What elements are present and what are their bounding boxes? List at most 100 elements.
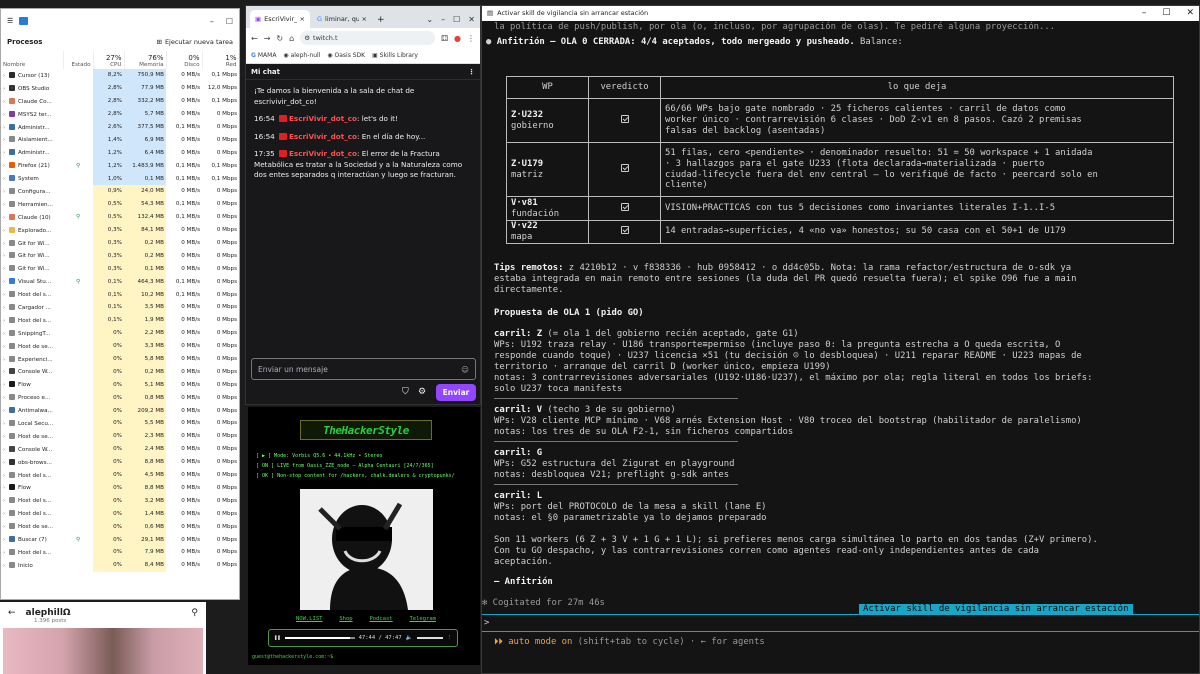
table-row[interactable]: › Visual Stu... ⚲ 0,1% 464,3 MB 0,1 MB/s 0 Mbp… [1, 275, 239, 289]
forward-icon[interactable]: → [264, 34, 271, 43]
table-row[interactable]: › Console W... 0% 0,2 MB 0 MB/s 0 Mbps [1, 365, 239, 379]
table-row[interactable]: › Git for Wi... 0,3% 0,2 MB 0 MB/s 0 Mbps [1, 249, 239, 263]
table-row[interactable]: › Cursor (13) 8,2% 750,9 MB 0 MB/s 0,1 Mbps [1, 69, 239, 82]
table-row[interactable]: › Aislamient... 1,4% 6,9 MB 0 MB/s 0 Mbps [1, 133, 239, 147]
table-row[interactable]: › Explorado... 0,3% 84,1 MB 0 MB/s 0 Mbps [1, 223, 239, 237]
table-row[interactable]: › Console W... 0% 2,4 MB 0 MB/s 0 Mbps [1, 442, 239, 456]
bookmark-skills-library[interactable]: ▣ Skills Library [372, 52, 418, 59]
col-memory[interactable]: 76% Memoria [124, 51, 167, 69]
back-icon[interactable]: ← [251, 34, 258, 43]
table-row[interactable]: › Claude Co... 2,8% 332,2 MB 0 MB/s 0,1 Mbps [1, 94, 239, 108]
table-row[interactable]: › OBS Studio 2,8% 77,9 MB 0 MB/s 12,0 Mbps [1, 81, 239, 95]
url-input[interactable]: ⚙ twitch.t [300, 31, 436, 45]
minimize-icon[interactable]: – [210, 17, 214, 26]
search-icon[interactable]: ⚲ [191, 608, 198, 618]
table-row[interactable]: › Host de se... 0% 2,3 MB 0 MB/s 0 Mbps [1, 429, 239, 443]
table-row[interactable]: › Host de se... 0% 3,3 MB 0 MB/s 0 Mbps [1, 339, 239, 353]
extensions-icon[interactable]: ⚃ [441, 34, 448, 43]
col-network[interactable]: 1% Red [202, 51, 239, 69]
col-status[interactable]: Estado [63, 51, 94, 69]
volume-slider[interactable] [416, 637, 443, 639]
reload-icon[interactable]: ↻ [276, 34, 283, 43]
table-row[interactable]: › Local Secu... 0% 5,5 MB 0 MB/s 0 Mbps [1, 417, 239, 430]
process-network: 0 Mbps [216, 252, 237, 259]
close-icon[interactable]: ✕ [468, 15, 475, 24]
emoji-icon[interactable]: ☺ [461, 365, 469, 374]
table-row[interactable]: › Inicio 0% 8,4 MB 0 MB/s 0 Mbps [1, 558, 239, 572]
chat-more-icon[interactable]: ⋮ [468, 68, 475, 76]
process-disk: 0,1 MB/s [175, 175, 200, 182]
chevron-down-icon[interactable]: ⌄ [426, 15, 433, 24]
more-icon[interactable]: ⋮ [447, 635, 453, 641]
shield-icon[interactable]: ⛉ [402, 387, 409, 397]
table-row[interactable]: › Git for Wi... 0,3% 0,2 MB 0 MB/s 0 Mbps [1, 236, 239, 250]
link-telegram[interactable]: Telegram [409, 616, 436, 622]
table-row[interactable]: › Antimalwa... 0% 209,2 MB 0 MB/s 0 Mbps [1, 404, 239, 418]
close-icon[interactable]: ✕ [1186, 8, 1194, 19]
new-task-button[interactable]: ⊞ Ejecutar nueva tarea [156, 38, 233, 46]
table-row[interactable]: › Host de se... 0% 0,6 MB 0 MB/s 0 Mbps [1, 520, 239, 534]
table-row[interactable]: › Claude (10) ⚲ 0,5% 132,4 MB 0,1 MB/s 0 Mbps [1, 210, 239, 224]
col-cpu[interactable]: 27% CPU [93, 51, 125, 69]
close-icon[interactable]: × [300, 15, 305, 23]
maximize-icon[interactable]: ☐ [226, 17, 233, 26]
table-row[interactable]: › Herramien... 0,5% 54,3 MB 0,1 MB/s 0 Mbps [1, 197, 239, 211]
table-row[interactable]: › obs-brows... 0% 8,8 MB 0 MB/s 0 Mbps [1, 455, 239, 469]
seek-bar[interactable] [284, 637, 355, 639]
send-button[interactable]: Enviar [436, 384, 476, 401]
menu-icon[interactable]: ☰ [7, 17, 13, 25]
profile-icon[interactable]: ● [454, 34, 461, 43]
table-row[interactable]: › Buscar (7) ⚲ 0% 29,1 MB 0 MB/s 0 Mbps [1, 533, 239, 546]
col-name[interactable]: Nombre [1, 51, 64, 69]
maximize-icon[interactable]: ☐ [1162, 8, 1170, 19]
table-row[interactable]: › Host del s... 0% 3,2 MB 0 MB/s 0 Mbps [1, 494, 239, 508]
table-row[interactable]: › MSYS2 ter... 2,8% 5,7 MB 0 MB/s 0 Mbps [1, 107, 239, 121]
col-disk[interactable]: 0% Disco [166, 51, 203, 69]
pause-icon[interactable]: ❚❚ [274, 635, 281, 641]
gear-icon[interactable]: ⚙ [418, 387, 426, 397]
table-row[interactable]: › Host del s... 0,1% 1,9 MB 0 MB/s 0 Mbps [1, 313, 239, 327]
table-row[interactable]: › Configura... 0,9% 24,0 MB 0 MB/s 0 Mbps [1, 185, 239, 198]
table-row[interactable]: › Git for Wi... 0,3% 0,1 MB 0 MB/s 0 Mbps [1, 262, 239, 276]
new-tab-icon[interactable]: + [374, 15, 388, 28]
table-row[interactable]: › Host del s... 0,1% 10,2 MB 0,1 MB/s 0 Mbps [1, 288, 239, 302]
site-logo[interactable]: TheHackerStyle [300, 420, 432, 440]
bookmark-oasis-sdk[interactable]: ◉ Oasis SDK [327, 52, 365, 59]
table-row[interactable]: › Experienci... 0% 5,8 MB 0 MB/s 0 Mbps [1, 352, 239, 366]
table-row[interactable]: › SnippingT... 0% 2,2 MB 0 MB/s 0 Mbps [1, 326, 239, 340]
table-row[interactable]: › Host del s... 0% 1,4 MB 0 MB/s 0 Mbps [1, 507, 239, 521]
table-row[interactable]: › Flow 0% 5,1 MB 0 MB/s 0 Mbps [1, 378, 239, 392]
table-row[interactable]: › Host del s... 0% 4,5 MB 0 MB/s 0 Mbps [1, 468, 239, 482]
more-icon[interactable]: ⋮ [467, 34, 475, 43]
profile-name: alephillΩ [25, 608, 71, 618]
table-row[interactable]: › Flow 0% 8,8 MB 0 MB/s 0 Mbps [1, 481, 239, 495]
close-icon[interactable]: × [362, 15, 367, 23]
table-row[interactable]: › Firefox (21) ⚲ 1,2% 1.483,9 MB 0,1 MB/s 0,1 … [1, 159, 239, 173]
link-podcast[interactable]: Podcast [369, 616, 392, 622]
table-row[interactable]: › Host del s... 0% 7,9 MB 0 MB/s 0 Mbps [1, 545, 239, 559]
chat-input[interactable]: Enviar un mensaje ☺ [251, 358, 476, 380]
minimize-icon[interactable]: – [1142, 8, 1147, 19]
link-now-list[interactable]: NOW.LIST [296, 616, 323, 622]
message-user[interactable]: EscriVivir_dot_co [289, 114, 357, 123]
site-info-icon[interactable]: ⚙ [304, 34, 310, 42]
bookmark-mama[interactable]: G MAMA [251, 52, 276, 59]
back-icon[interactable]: ← [8, 608, 16, 618]
tab-chat[interactable]: ▣ EscriVivir_ × [250, 10, 310, 28]
minimize-icon[interactable]: – [441, 15, 445, 24]
message-user[interactable]: EscriVivir_dot_co [289, 149, 357, 158]
table-row[interactable]: › Administr... 2,6% 377,5 MB 0,1 MB/s 0 Mbps [1, 120, 239, 134]
maximize-icon[interactable]: ☐ [453, 15, 460, 24]
home-icon[interactable]: ⌂ [289, 34, 294, 43]
table-row[interactable]: › Cargador ... 0,1% 3,5 MB 0 MB/s 0 Mbps [1, 301, 239, 314]
table-row[interactable]: › System 1,0% 0,1 MB 0,1 MB/s 0,1 Mbps [1, 172, 239, 186]
bookmark-aleph-null[interactable]: ◉ aleph-null [283, 52, 320, 59]
volume-icon[interactable]: 🔈 [406, 635, 413, 641]
link-shop[interactable]: Shop [339, 616, 352, 622]
table-row[interactable]: › Administr... 1,2% 6,4 MB 0 MB/s 0 Mbps [1, 146, 239, 160]
prompt-input[interactable]: > [484, 618, 489, 629]
message-user[interactable]: EscriVivir_dot_co [289, 132, 357, 141]
tab-second[interactable]: Gliminar, que × [312, 10, 372, 28]
table-row[interactable]: › Proceso e... 0% 0,8 MB 0 MB/s 0 Mbps [1, 391, 239, 405]
mode-indicator[interactable]: ⏵⏵ auto mode on (shift+tab to cycle) · ←… [494, 637, 765, 648]
